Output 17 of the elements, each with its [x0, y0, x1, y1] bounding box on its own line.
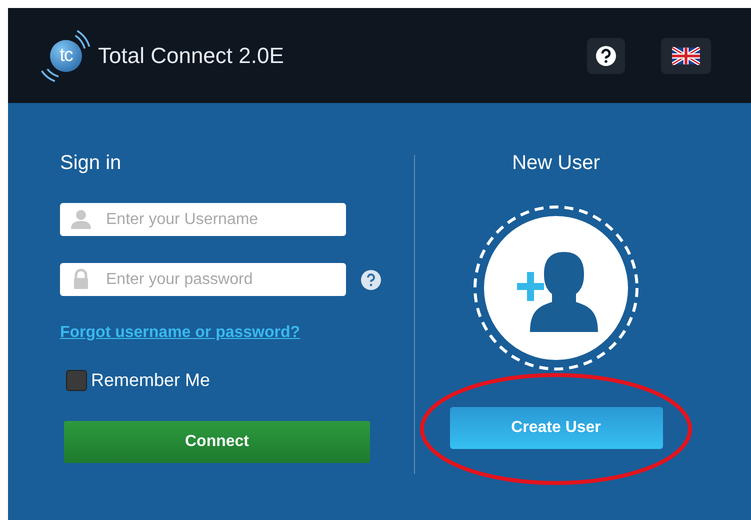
- flag-icon: [672, 46, 700, 64]
- help-icon[interactable]: [360, 268, 382, 290]
- connect-button[interactable]: Connect: [64, 421, 370, 463]
- app-title: Total Connect 2.0E: [98, 42, 284, 68]
- help-button[interactable]: [587, 38, 625, 74]
- remember-me-label: Remember Me: [91, 370, 210, 391]
- person-icon: [70, 208, 92, 230]
- remember-checkbox[interactable]: [66, 370, 87, 391]
- sign-in-heading: Sign in: [60, 151, 122, 175]
- language-button[interactable]: [661, 38, 711, 74]
- forgot-password-link[interactable]: Forgot username or password?: [60, 324, 300, 342]
- create-user-button[interactable]: Create User: [450, 407, 662, 449]
- username-field[interactable]: Enter your Username: [60, 203, 346, 236]
- new-user-heading: New User: [512, 151, 600, 175]
- help-icon: [595, 44, 617, 66]
- add-user-icon: [473, 205, 639, 371]
- password-field[interactable]: Enter your password: [60, 263, 346, 296]
